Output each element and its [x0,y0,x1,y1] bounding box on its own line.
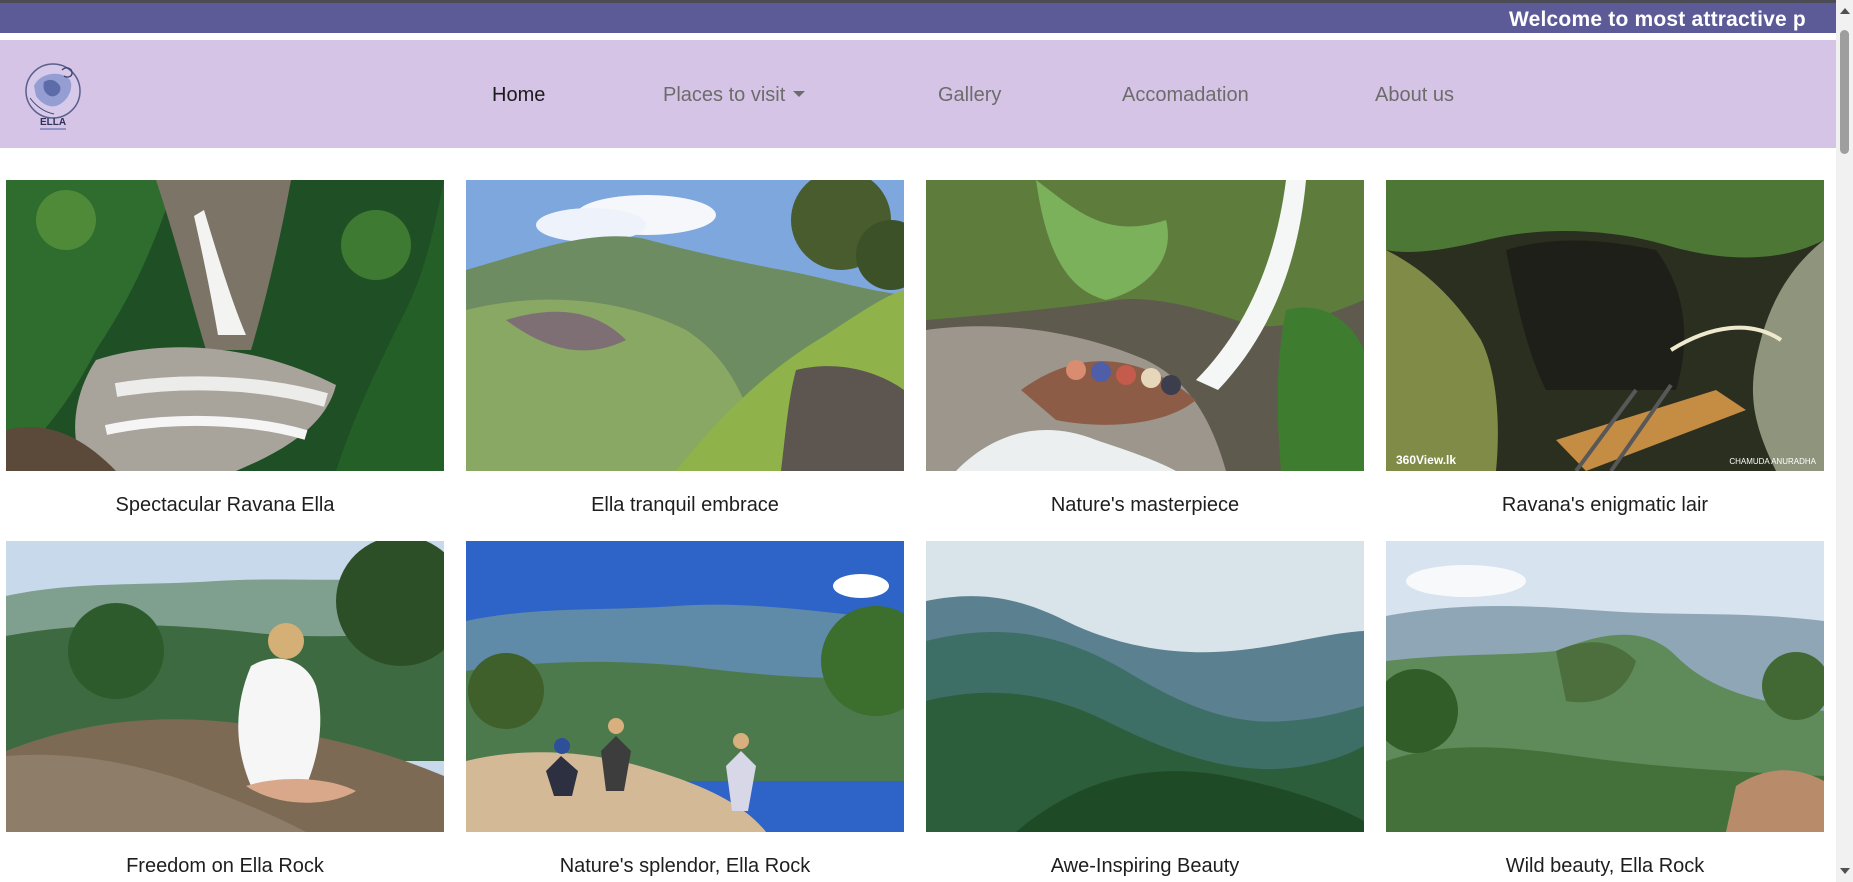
ravana-falls-photo[interactable] [6,180,444,471]
page-scrollbar[interactable] [1836,0,1853,882]
navbar: ELLA Home Places to visit Gallery Accoma… [0,40,1836,148]
scroll-up-icon[interactable] [1840,8,1850,14]
gallery-caption: Spectacular Ravana Ella [115,494,335,516]
photo-watermark-left: 360View.lk [1396,453,1456,467]
gallery-card[interactable]: Nature's splendor, Ella Rock [466,541,904,878]
photo-watermark-right: CHAMUDA ANURADHA [1729,457,1816,466]
gallery-card[interactable]: Nature's masterpiece [926,180,1364,517]
gallery-card[interactable]: 360View.lk CHAMUDA ANURADHA Ravana's eni… [1386,180,1824,517]
nav-places-label: Places to visit [663,84,786,106]
nav-home[interactable]: Home [492,84,545,107]
main-nav: Home Places to visit Gallery Accomadatio… [0,40,1836,148]
gallery-caption: Ravana's enigmatic lair [1501,494,1709,516]
gallery-card[interactable]: Wild beauty, Ella Rock [1386,541,1824,878]
gallery-caption: Nature's splendor, Ella Rock [559,855,811,877]
gallery-caption: Ella tranquil embrace [591,494,779,516]
waterfall-crowd-photo[interactable] [926,180,1364,471]
gallery-caption: Freedom on Ella Rock [126,855,324,877]
marquee-text: Welcome to most attractive p [1509,8,1806,31]
dropdown-caret-icon [793,91,806,97]
page: Welcome to most attractive p ELLA Home P… [0,0,1853,882]
welcome-marquee: Welcome to most attractive p [0,3,1836,33]
gallery-card[interactable]: Spectacular Ravana Ella [6,180,444,517]
nav-gallery[interactable]: Gallery [938,84,1001,107]
gallery-card[interactable]: Freedom on Ella Rock [6,541,444,878]
gallery-caption: Nature's masterpiece [1050,494,1240,516]
ella-valley-photo[interactable] [466,180,904,471]
ella-rock-woman-photo[interactable] [6,541,444,832]
gallery-caption: Awe-Inspiring Beauty [1050,855,1240,877]
misty-mountains-photo[interactable] [926,541,1364,832]
nav-about-us[interactable]: About us [1375,84,1454,107]
scroll-thumb[interactable] [1840,30,1849,154]
ella-rock-view-photo[interactable] [1386,541,1824,832]
gallery-caption: Wild beauty, Ella Rock [1505,855,1705,877]
ella-rock-hikers-photo[interactable] [466,541,904,832]
ravana-cave-photo[interactable]: 360View.lk CHAMUDA ANURADHA [1386,180,1824,471]
gallery-card[interactable]: Ella tranquil embrace [466,180,904,517]
gallery-card[interactable]: Awe-Inspiring Beauty [926,541,1364,878]
nav-accommodation[interactable]: Accomadation [1122,84,1249,107]
nav-places-to-visit[interactable]: Places to visit [663,84,806,107]
scroll-down-icon[interactable] [1840,868,1850,874]
